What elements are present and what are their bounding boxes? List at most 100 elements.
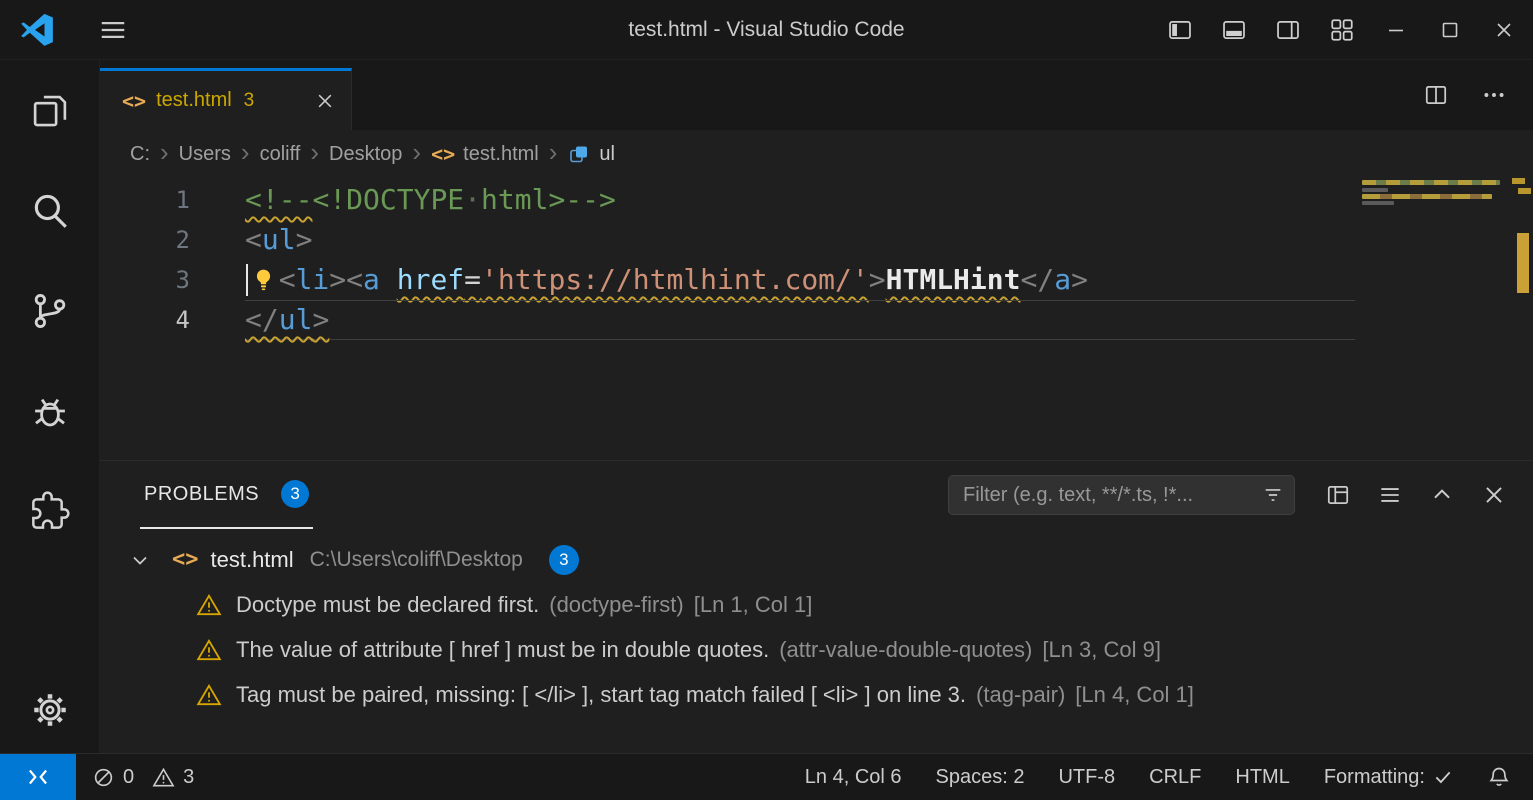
remote-indicator[interactable]: [0, 754, 76, 800]
breadcrumb-file[interactable]: test.html: [463, 143, 539, 166]
code-line-2[interactable]: 2<ul>: [100, 220, 1533, 260]
code-token: li: [296, 263, 330, 296]
filter-input[interactable]: [963, 484, 1262, 507]
settings-gear-icon[interactable]: [0, 689, 100, 731]
search-icon[interactable]: [26, 187, 74, 235]
error-count: 0: [123, 766, 134, 789]
line-content[interactable]: <ul>: [245, 220, 1355, 260]
line-content[interactable]: <!--<!DOCTYPE·html>-->: [245, 180, 1355, 220]
indentation-setting[interactable]: Spaces: 2: [936, 766, 1025, 789]
code-editor[interactable]: 1<!--<!DOCTYPE·html>-->2<ul>3 <li><a hre…: [100, 178, 1533, 460]
line-content[interactable]: <li><a href='https://htmlhint.com/'>HTML…: [245, 260, 1355, 300]
code-lines: 1<!--<!DOCTYPE·html>-->2<ul>3 <li><a hre…: [100, 180, 1533, 340]
check-icon: [1433, 767, 1453, 787]
titlebar-actions: [1167, 17, 1517, 43]
chevron-right-icon: ›: [549, 142, 558, 166]
split-editor-icon[interactable]: [1423, 82, 1449, 108]
breadcrumb-drive[interactable]: C:: [130, 143, 150, 166]
line-number: 4: [100, 300, 190, 340]
code-token: >: [296, 223, 313, 256]
eol-setting[interactable]: CRLF: [1149, 766, 1201, 789]
problem-rule: (attr-value-double-quotes): [779, 637, 1032, 663]
toggle-primary-sidebar-icon[interactable]: [1167, 17, 1193, 43]
breadcrumb-symbol[interactable]: ul: [599, 143, 615, 166]
language-mode[interactable]: HTML: [1235, 766, 1289, 789]
minimap-line-mark: [1362, 188, 1388, 192]
breadcrumb-desktop[interactable]: Desktop: [329, 143, 402, 166]
problems-list: <>test.htmlC:\Users\coliff\Desktop3Docty…: [100, 529, 1533, 717]
title-bar: test.html - Visual Studio Code: [0, 0, 1533, 60]
html-file-icon: <>: [122, 89, 146, 113]
code-token: </: [245, 303, 279, 336]
source-control-icon[interactable]: [26, 287, 74, 335]
tab-bar: <> test.html 3: [100, 60, 1533, 130]
status-problems[interactable]: 0 3: [92, 766, 204, 789]
breadcrumb: C: › Users › coliff › Desktop › <> test.…: [100, 130, 1533, 178]
view-as-table-icon[interactable]: [1325, 482, 1351, 508]
minimize-button[interactable]: [1383, 17, 1409, 43]
problem-item[interactable]: Tag must be paired, missing: [ </li> ], …: [100, 672, 1533, 717]
code-token: ·: [464, 183, 481, 216]
status-right: Ln 4, Col 6 Spaces: 2 UTF-8 CRLF HTML Fo…: [805, 765, 1511, 789]
editor-workbench: <> test.html 3 C: › Users › coliff › Des…: [100, 60, 1533, 753]
breadcrumb-users[interactable]: Users: [179, 143, 231, 166]
line-number: 1: [100, 180, 190, 220]
code-token: </: [1020, 263, 1054, 296]
breadcrumb-user[interactable]: coliff: [260, 143, 301, 166]
code-token: <: [346, 263, 363, 296]
ruler-warning-mark: [1518, 188, 1531, 194]
explorer-icon[interactable]: [26, 87, 74, 135]
chevron-right-icon: ›: [310, 142, 319, 166]
toggle-secondary-sidebar-icon[interactable]: [1275, 17, 1301, 43]
tab-problems[interactable]: PROBLEMS 3: [140, 461, 313, 529]
collapse-all-icon[interactable]: [1377, 482, 1403, 508]
cursor-position[interactable]: Ln 4, Col 6: [805, 766, 902, 789]
customize-layout-icon[interactable]: [1329, 17, 1355, 43]
code-line-4[interactable]: 4 </ul>: [100, 300, 1533, 340]
chevron-right-icon: ›: [241, 142, 250, 166]
problems-panel: PROBLEMS 3: [100, 460, 1533, 753]
code-token: HTMLHint: [886, 263, 1021, 296]
formatting-status[interactable]: Formatting:: [1324, 766, 1453, 789]
line-content[interactable]: </ul>: [245, 300, 1355, 340]
problems-file-row[interactable]: <>test.htmlC:\Users\coliff\Desktop3: [100, 537, 1533, 582]
code-token: href: [397, 263, 464, 296]
toggle-panel-icon[interactable]: [1221, 17, 1247, 43]
chevron-right-icon: ›: [412, 142, 421, 166]
close-tab-icon[interactable]: [315, 91, 335, 111]
menu-icon[interactable]: [96, 15, 130, 45]
code-token: 'https://htmlhint.com/': [481, 263, 869, 296]
problems-filter[interactable]: [948, 475, 1295, 515]
more-actions-icon[interactable]: [1481, 82, 1507, 108]
minimap[interactable]: [1360, 180, 1505, 458]
chevron-down-icon[interactable]: [128, 548, 152, 572]
html-file-icon: <>: [431, 142, 455, 166]
code-line-1[interactable]: 1 <!--<!DOCTYPE·html>-->: [100, 180, 1533, 220]
code-token: a: [1054, 263, 1071, 296]
vscode-logo: [20, 13, 54, 47]
problems-file-name: test.html: [211, 547, 294, 573]
maximize-panel-icon[interactable]: [1429, 482, 1455, 508]
code-token: <: [279, 263, 296, 296]
panel-header: PROBLEMS 3: [100, 461, 1533, 529]
close-button[interactable]: [1491, 17, 1517, 43]
close-panel-icon[interactable]: [1481, 482, 1507, 508]
warning-count: 3: [183, 766, 194, 789]
problems-title: PROBLEMS: [144, 483, 259, 506]
problem-item[interactable]: Doctype must be declared first.(doctype-…: [100, 582, 1533, 627]
problems-badge: 3: [281, 480, 309, 508]
notifications-bell-icon[interactable]: [1487, 765, 1511, 789]
chevron-right-icon: ›: [160, 142, 169, 166]
maximize-button[interactable]: [1437, 17, 1463, 43]
run-debug-icon[interactable]: [26, 387, 74, 435]
problem-location: [Ln 4, Col 1]: [1075, 682, 1194, 708]
problem-item[interactable]: The value of attribute [ href ] must be …: [100, 627, 1533, 672]
tab-test-html[interactable]: <> test.html 3: [100, 68, 352, 130]
filter-icon: [1262, 484, 1284, 506]
encoding-setting[interactable]: UTF-8: [1058, 766, 1115, 789]
activity-bar: [0, 60, 100, 753]
code-token: html>-->: [481, 183, 616, 216]
extensions-icon[interactable]: [26, 487, 74, 535]
lightbulb-icon[interactable]: [251, 267, 276, 292]
code-line-3[interactable]: 3 <li><a href='https://htmlhint.com/'>HT…: [100, 260, 1533, 300]
